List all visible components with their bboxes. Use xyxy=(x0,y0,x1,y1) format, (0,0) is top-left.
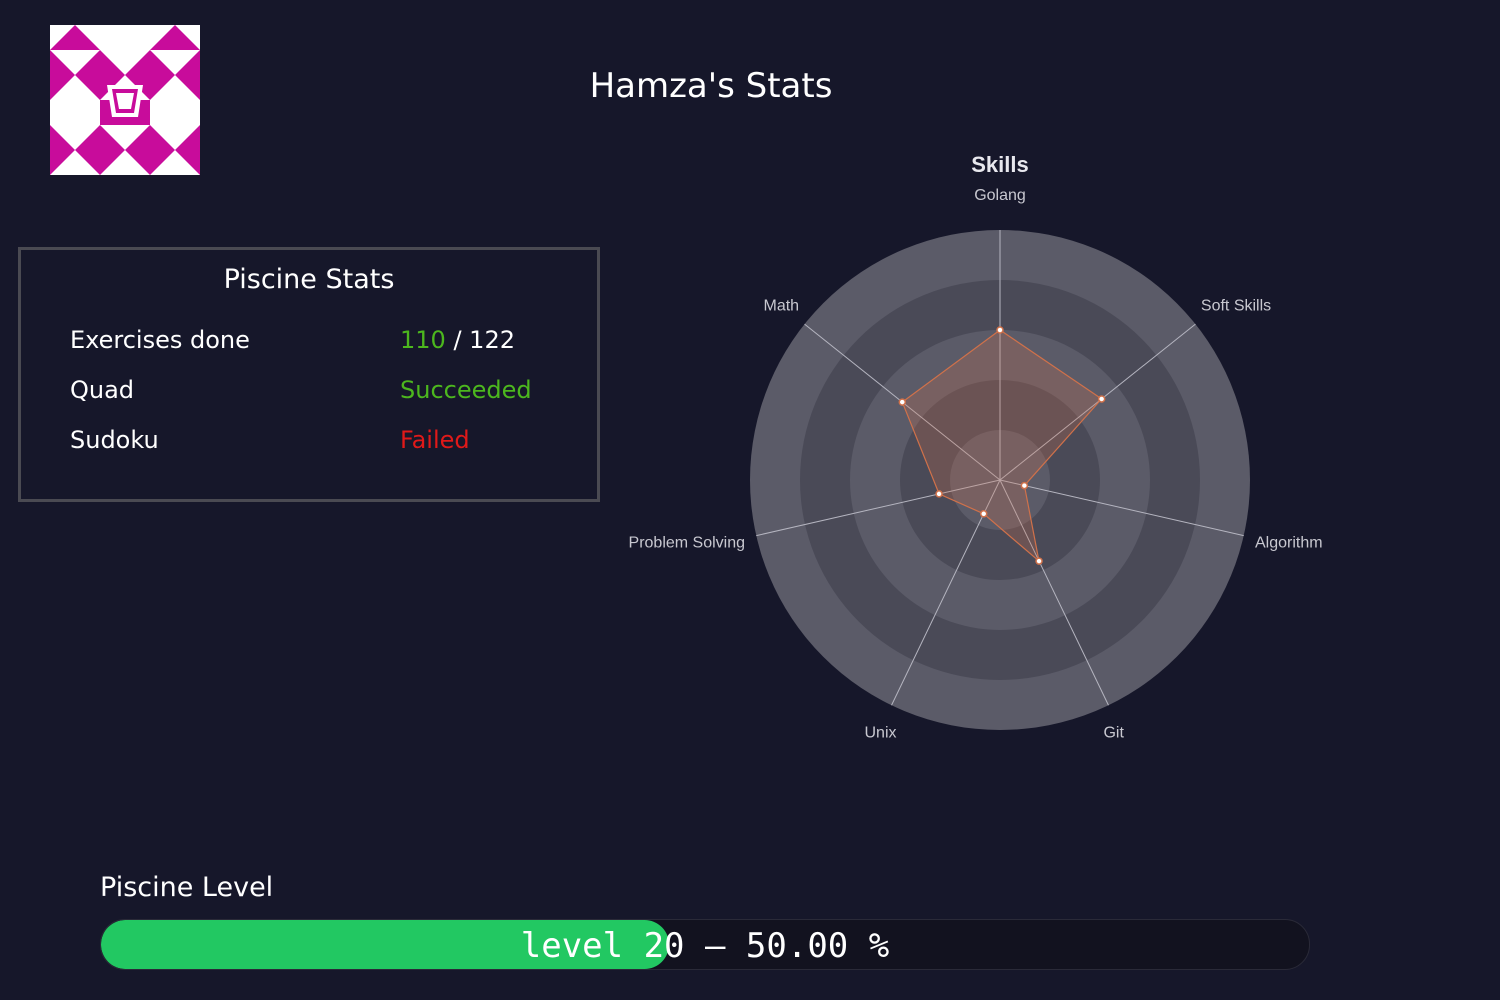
stat-value-quad: Succeeded xyxy=(400,376,532,404)
exercises-done-count: 110 xyxy=(400,326,446,354)
radar-category-label: Algorithm xyxy=(1255,534,1323,551)
stat-row-sudoku: Sudoku Failed xyxy=(70,426,570,466)
exercises-total: / 122 xyxy=(453,326,515,354)
stats-page: Hamza's Stats Piscine Stats Exercises do… xyxy=(0,0,1500,1000)
radar-data-point xyxy=(996,326,1004,334)
radar-category-label: Soft Skills xyxy=(1201,297,1271,314)
piscine-stats-title: Piscine Stats xyxy=(223,264,395,295)
level-label: Piscine Level xyxy=(100,872,274,903)
radar-category-label: Problem Solving xyxy=(629,534,746,551)
radar-data-point xyxy=(1035,557,1043,565)
stat-value-exercises: 110 / 122 xyxy=(400,326,515,354)
stat-label-exercises: Exercises done xyxy=(70,326,250,354)
chart-title: Skills xyxy=(971,152,1028,177)
page-title: Hamza's Stats xyxy=(589,66,833,106)
level-progress-bar: level 20 – 50.00 % xyxy=(100,919,1310,970)
radar-category-label: Unix xyxy=(864,724,896,741)
skills-radar-svg: Skills Golang Soft Skills Algorithm Git Unix P… xyxy=(629,152,1323,741)
stat-label-quad: Quad xyxy=(70,376,135,404)
stat-label-sudoku: Sudoku xyxy=(70,426,159,454)
radar-data-point xyxy=(1020,481,1029,490)
piscine-stats-card: Piscine Stats Exercises done 110 / 122 Q… xyxy=(18,247,600,502)
stat-value-sudoku: Failed xyxy=(400,426,470,454)
radar-data-point xyxy=(898,398,907,406)
radar-category-label: Golang xyxy=(974,187,1026,204)
skills-radar-chart: Skills Golang Soft Skills Algorithm Git Unix P… xyxy=(600,140,1400,760)
radar-category-label: Math xyxy=(764,297,800,314)
radar-category-label: Git xyxy=(1103,724,1124,741)
radar-data-point xyxy=(1097,395,1106,403)
stat-row-exercises: Exercises done 110 / 122 xyxy=(70,326,570,366)
stat-row-quad: Quad Succeeded xyxy=(70,376,570,416)
level-progress-text: level 20 – 50.00 % xyxy=(520,926,890,966)
radar-data-point xyxy=(935,490,943,498)
radar-data-point xyxy=(979,510,988,518)
